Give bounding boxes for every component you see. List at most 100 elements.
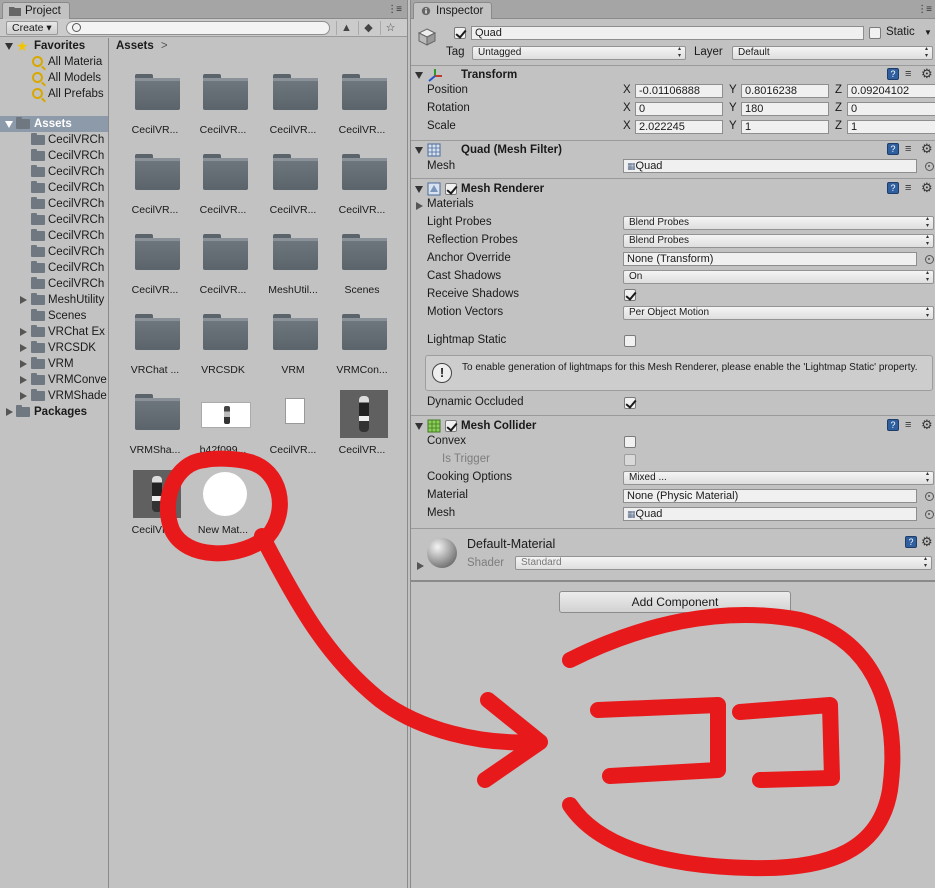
help-icon[interactable]: ? <box>887 419 899 431</box>
position-axis-label[interactable]: X <box>623 84 631 96</box>
transform-header[interactable]: Transform ? ≡ ⚙ <box>411 66 935 85</box>
collapse-arrow-icon[interactable] <box>415 423 423 430</box>
expand-arrow-icon[interactable] <box>5 43 13 50</box>
presets-icon[interactable]: ≡ <box>905 68 911 80</box>
collapse-arrow-icon[interactable] <box>415 72 423 79</box>
search-input[interactable] <box>66 21 330 35</box>
position-axis-label[interactable]: Y <box>729 84 737 96</box>
object-picker-icon[interactable] <box>925 255 934 264</box>
rotation-field[interactable]: 0 <box>635 102 723 116</box>
expand-arrow-icon[interactable] <box>20 360 27 368</box>
asset-item-folder[interactable]: CecilVR... <box>120 70 190 140</box>
asset-item-doc[interactable]: CecilVR... <box>258 390 328 460</box>
asset-item-folder[interactable]: MeshUtil... <box>258 230 328 300</box>
object-picker-icon[interactable] <box>925 492 934 501</box>
mesh-renderer-header[interactable]: Mesh Renderer ? ≡ ⚙ <box>411 180 935 199</box>
presets-icon[interactable]: ≡ <box>905 419 911 431</box>
mesh-collider-header[interactable]: Mesh Collider ? ≡ ⚙ <box>411 417 935 436</box>
materials-label[interactable]: Materials <box>427 198 474 210</box>
tab-inspector[interactable]: Inspector <box>413 2 493 19</box>
expand-arrow-icon[interactable] <box>5 121 13 128</box>
scale-field[interactable]: 1 <box>847 120 935 134</box>
lightmap-static-checkbox[interactable] <box>624 335 636 347</box>
asset-item-folder[interactable]: CecilVR... <box>258 150 328 220</box>
material-expand-icon[interactable] <box>417 562 424 570</box>
anchor-override-field[interactable]: None (Transform) <box>623 252 917 266</box>
shader-dropdown[interactable]: Standard <box>515 556 932 570</box>
cast-shadows-dropdown[interactable]: On <box>623 270 934 284</box>
static-checkbox[interactable] <box>869 27 881 39</box>
collapse-arrow-icon[interactable] <box>415 147 423 154</box>
active-checkbox[interactable] <box>454 27 466 39</box>
asset-item-folder[interactable]: CecilVR... <box>120 150 190 220</box>
help-icon[interactable]: ? <box>905 536 917 548</box>
dynamic-occluded-checkbox[interactable] <box>624 397 636 409</box>
expand-arrow-icon[interactable] <box>6 408 13 416</box>
expand-arrow-icon[interactable] <box>20 392 27 400</box>
gear-icon[interactable]: ⚙ <box>921 417 933 433</box>
collapse-arrow-icon[interactable] <box>415 186 423 193</box>
object-name-field[interactable]: Quad <box>471 26 864 40</box>
collider-mesh-field[interactable]: ▦Quad <box>623 507 917 521</box>
tab-project[interactable]: Project <box>2 2 70 19</box>
asset-item-folder[interactable]: VRM <box>258 310 328 380</box>
rotation-axis-label[interactable]: Y <box>729 102 737 114</box>
layer-dropdown[interactable]: Default <box>732 46 933 60</box>
presets-icon[interactable]: ≡ <box>905 182 911 194</box>
position-field[interactable]: -0.01106888 <box>635 84 723 98</box>
gear-icon[interactable]: ⚙ <box>921 534 933 550</box>
favorite-star-icon[interactable]: ☆ <box>380 21 400 35</box>
gear-icon[interactable]: ⚙ <box>921 141 933 157</box>
position-field[interactable]: 0.8016238 <box>741 84 829 98</box>
reflection-probes-dropdown[interactable]: Blend Probes <box>623 234 934 248</box>
collider-material-field[interactable]: None (Physic Material) <box>623 489 917 503</box>
asset-item-folder[interactable]: CecilVR... <box>120 230 190 300</box>
mesh-collider-enabled-checkbox[interactable] <box>445 420 457 432</box>
panel-menu-icon[interactable]: ⋮≡ <box>387 4 402 15</box>
help-icon[interactable]: ? <box>887 182 899 194</box>
gear-icon[interactable]: ⚙ <box>921 66 933 82</box>
rotation-axis-label[interactable]: X <box>623 102 631 114</box>
asset-item-folder[interactable]: CecilVR... <box>188 150 258 220</box>
static-dropdown-arrow-icon[interactable]: ▼ <box>924 28 932 37</box>
asset-item-character[interactable]: CecilVR... <box>327 390 397 460</box>
panel-menu-icon[interactable]: ⋮≡ <box>917 4 932 15</box>
asset-item-folder[interactable]: Scenes <box>327 230 397 300</box>
asset-item-folder[interactable]: VRChat ... <box>120 310 190 380</box>
asset-item-folder[interactable]: CecilVR... <box>327 150 397 220</box>
object-picker-icon[interactable] <box>925 510 934 519</box>
asset-item-folder[interactable]: VRCSDK <box>188 310 258 380</box>
position-axis-label[interactable]: Z <box>835 84 842 96</box>
object-picker-icon[interactable] <box>925 162 934 171</box>
scale-field[interactable]: 1 <box>741 120 829 134</box>
filter-by-label-icon[interactable]: ◆ <box>358 21 378 35</box>
presets-icon[interactable]: ≡ <box>905 143 911 155</box>
expand-arrow-icon[interactable] <box>20 296 27 304</box>
position-field[interactable]: 0.09204102 <box>847 84 935 98</box>
create-button[interactable]: Create ▾ <box>6 21 58 35</box>
scale-field[interactable]: 2.022245 <box>635 120 723 134</box>
expand-arrow-icon[interactable] <box>20 328 27 336</box>
rotation-field[interactable]: 180 <box>741 102 829 116</box>
asset-item-folder[interactable]: CecilVR... <box>327 70 397 140</box>
asset-item-folder[interactable]: VRMSha... <box>120 390 190 460</box>
breadcrumb-assets[interactable]: Assets <box>116 40 154 52</box>
rotation-field[interactable]: 0 <box>847 102 935 116</box>
help-icon[interactable]: ? <box>887 143 899 155</box>
mesh-filter-header[interactable]: Quad (Mesh Filter) ? ≡ ⚙ <box>411 141 935 160</box>
motion-vectors-dropdown[interactable]: Per Object Motion <box>623 306 934 320</box>
gear-icon[interactable]: ⚙ <box>921 180 933 196</box>
scale-axis-label[interactable]: Z <box>835 120 842 132</box>
receive-shadows-checkbox[interactable] <box>624 289 636 301</box>
asset-item-character[interactable]: CecilVR... <box>120 470 190 540</box>
tree-assets[interactable]: Assets <box>0 116 108 132</box>
mesh-renderer-enabled-checkbox[interactable] <box>445 183 457 195</box>
light-probes-dropdown[interactable]: Blend Probes <box>623 216 934 230</box>
tag-dropdown[interactable]: Untagged <box>472 46 686 60</box>
expand-arrow-icon[interactable] <box>20 344 27 352</box>
asset-item-folder[interactable]: CecilVR... <box>188 230 258 300</box>
asset-item-folder[interactable]: CecilVR... <box>188 70 258 140</box>
asset-item-folder[interactable]: VRMCon... <box>327 310 397 380</box>
add-component-button[interactable]: Add Component <box>559 591 791 613</box>
rotation-axis-label[interactable]: Z <box>835 102 842 114</box>
